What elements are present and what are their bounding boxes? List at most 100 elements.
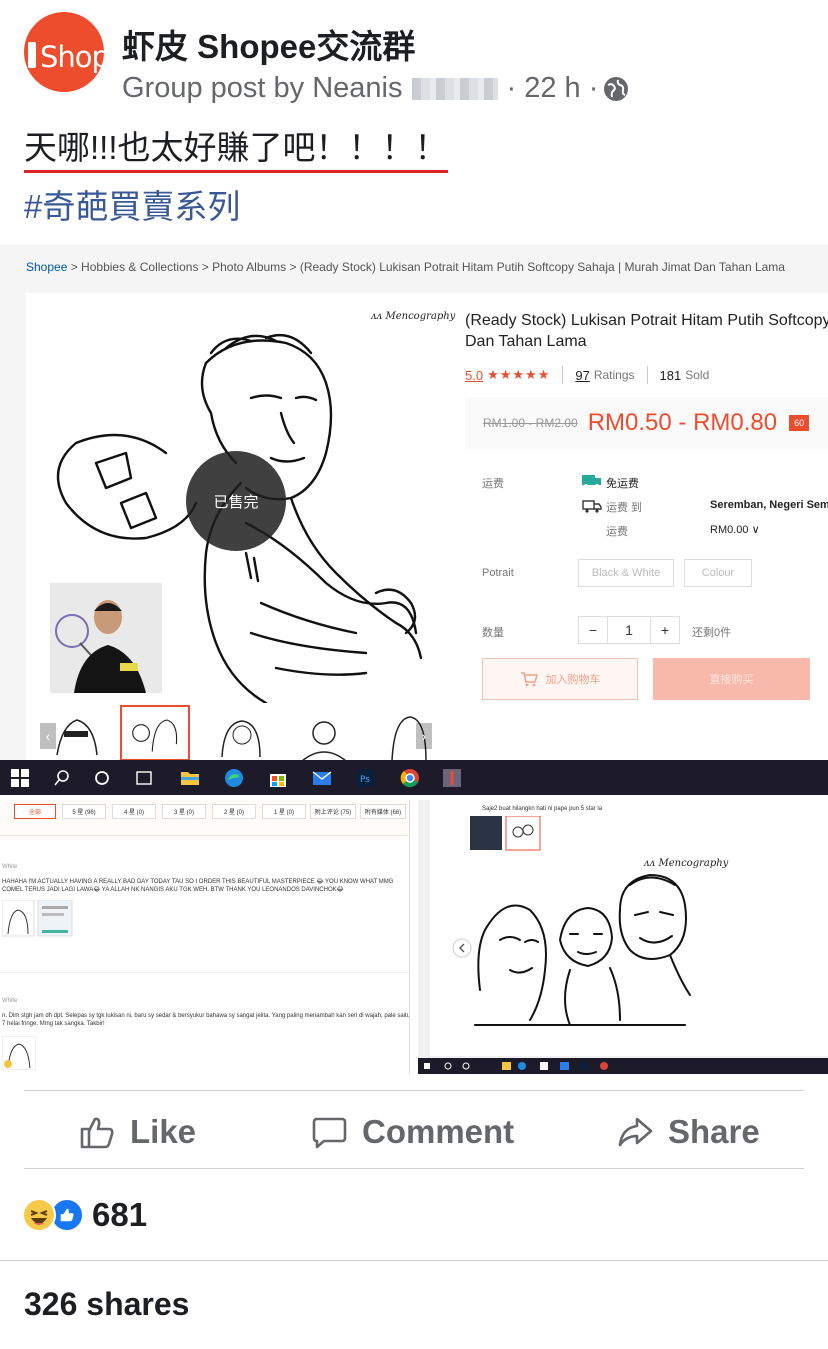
comment-button[interactable]: Comment <box>310 1108 514 1156</box>
thumb-next-arrow[interactable]: › <box>416 723 432 749</box>
app-icon[interactable] <box>440 766 464 790</box>
chrome-icon[interactable] <box>398 766 422 790</box>
review-images[interactable] <box>2 900 74 938</box>
search-icon[interactable] <box>50 766 74 790</box>
product-page-screenshot: Shopee > Hobbies & Collections > Photo A… <box>0 245 828 795</box>
family-sketch-screenshot: Saje2 buat hilangkn hati ni pape pun 5 s… <box>418 800 828 1074</box>
shares-count[interactable]: 326 shares <box>24 1286 189 1323</box>
original-price: RM1.00 - RM2.00 <box>483 416 578 430</box>
thumbs-up-icon <box>80 1117 114 1149</box>
store-icon[interactable] <box>266 766 290 790</box>
stat-divider <box>646 366 648 384</box>
review-caption: Saje2 buat hilangkn hati ni pape pun 5 s… <box>482 806 603 812</box>
filter-with-media[interactable]: 附有媒体 (66) <box>360 804 406 819</box>
divider-bottom <box>24 1168 804 1169</box>
thumbnail-pair[interactable] <box>470 816 542 852</box>
add-to-cart-button[interactable]: 加入购物车 <box>482 658 638 700</box>
gallery-prev-icon[interactable] <box>452 938 472 958</box>
reviews-screenshot: 全部 5 星 (96) 4 星 (0) 3 星 (0) 2 星 (0) 1 星 … <box>0 800 410 1074</box>
sold-count: 181 <box>659 367 682 383</box>
reactions-summary[interactable]: 681 <box>22 1196 147 1234</box>
edge-browser-icon[interactable] <box>222 766 246 790</box>
divider-shares <box>0 1260 828 1261</box>
sale-price: RM0.50 - RM0.80 <box>587 409 778 436</box>
thumbnail-strip: ‹ › <box>36 705 440 762</box>
mini-taskbar <box>418 1058 828 1074</box>
qty-minus-button[interactable]: − <box>579 617 607 643</box>
free-shipping-icon <box>582 475 601 488</box>
filter-with-comments[interactable]: 附上评论 (75) <box>310 804 356 819</box>
stock-left: 还剩0件 <box>692 627 732 639</box>
sketch-canvas: Saje2 buat hilangkn hati ni pape pun 5 s… <box>430 800 828 1056</box>
author-line[interactable]: Group post by Neanis <box>122 72 402 105</box>
qty-value[interactable]: 1 <box>607 617 651 643</box>
thumb-prev-arrow[interactable]: ‹ <box>40 723 56 749</box>
family-sketch <box>474 873 691 1026</box>
divider-top <box>24 1090 804 1091</box>
filter-3-star[interactable]: 3 星 (0) <box>162 804 206 819</box>
group-avatar[interactable]: Shop <box>24 12 104 92</box>
ratings-label: Ratings <box>593 368 635 382</box>
ship-fee-label: 运费 <box>606 526 628 538</box>
post-time[interactable]: · 22 h · <box>506 72 598 105</box>
brand-watermark: ᴧᴧ Mencography <box>371 311 456 322</box>
share-button[interactable]: Share <box>616 1108 760 1156</box>
sold-out-badge: 已售完 <box>186 451 286 551</box>
filter-5-star[interactable]: 5 星 (96) <box>62 804 106 819</box>
rating-stars: ★★★★★ <box>487 367 551 382</box>
review-text: HAHAHA I'M ACTUALLY HAVING A REALLY BAD … <box>2 879 394 893</box>
buy-now-button[interactable]: 直接购买 <box>653 658 810 700</box>
breadcrumb-path[interactable]: > Hobbies & Collections > Photo Albums >… <box>67 260 785 274</box>
add-to-cart-label: 加入购物车 <box>545 674 601 686</box>
hashtag-link[interactable]: #奇葩買賣系列 <box>24 180 240 228</box>
review-divider <box>0 972 409 973</box>
thumbnail[interactable] <box>204 705 274 761</box>
review-text: n. Dlm stgh jam dh dpt. Selepas sy tgk l… <box>2 1013 410 1027</box>
review-username: White <box>2 864 18 870</box>
post-headline: 天哪!!!也太好賺了吧！！！！ <box>24 128 448 173</box>
filter-4-star[interactable]: 4 星 (0) <box>112 804 156 819</box>
product-title: (Ready Stock) Lukisan Potrait Hitam Puti… <box>465 312 828 350</box>
windows-taskbar: Ps <box>0 760 828 795</box>
ratings-count[interactable]: 97 <box>575 368 589 383</box>
group-logo-text: Shop <box>40 40 104 74</box>
qty-plus-button[interactable]: + <box>651 617 679 643</box>
product-stats: 5.0 ★★★★★ 97 Ratings 181 Sold <box>465 366 709 384</box>
redacted-name <box>412 77 499 100</box>
breadcrumb-shopee[interactable]: Shopee <box>26 260 67 274</box>
review-filter-bar: 全部 5 星 (96) 4 星 (0) 3 星 (0) 2 星 (0) 1 星 … <box>0 800 409 836</box>
review-image[interactable] <box>2 1036 36 1070</box>
post-meta: Group post by Neanis · 22 h · <box>122 72 630 105</box>
shopee-bag-icon <box>28 42 36 68</box>
quantity-stepper: − 1 + <box>578 616 680 644</box>
cortana-icon[interactable] <box>90 766 114 790</box>
task-view-icon[interactable] <box>132 766 156 790</box>
variation-black-white[interactable]: Black & White <box>578 559 674 587</box>
share-label: Share <box>668 1113 760 1150</box>
filter-1-star[interactable]: 1 星 (0) <box>262 804 306 819</box>
filter-all[interactable]: 全部 <box>14 804 56 819</box>
mail-icon[interactable] <box>310 766 334 790</box>
ship-fee-dropdown[interactable]: RM0.00 ∨ <box>710 523 760 536</box>
like-button[interactable]: Like <box>78 1108 196 1156</box>
filter-2-star[interactable]: 2 星 (0) <box>212 804 256 819</box>
windows-start-icon[interactable] <box>8 766 32 790</box>
comment-label: Comment <box>362 1113 515 1150</box>
free-shipping-text: 免运费 <box>606 478 639 490</box>
group-name[interactable]: 虾皮 Shopee交流群 <box>122 20 415 68</box>
discount-badge: 60 <box>789 415 810 431</box>
file-explorer-icon[interactable] <box>178 766 202 790</box>
price-box: RM1.00 - RM2.00 RM0.50 - RM0.80 60 <box>465 397 828 449</box>
product-card: ᴧᴧ Mencography 已售完 ‹ › (Ready Stock) Luk… <box>26 293 828 763</box>
share-icon <box>618 1117 653 1147</box>
breadcrumb: Shopee > Hobbies & Collections > Photo A… <box>26 260 785 274</box>
stat-divider <box>562 366 564 384</box>
variation-colour[interactable]: Colour <box>684 559 752 587</box>
sold-label: Sold <box>685 368 710 382</box>
thumbnail-active[interactable] <box>120 705 190 761</box>
thumbnail[interactable] <box>288 705 358 762</box>
ship-to-location[interactable]: Seremban, Negeri Sembilan <box>710 499 828 511</box>
rating-value[interactable]: 5.0 <box>465 368 483 383</box>
photoshop-icon[interactable]: Ps <box>354 766 378 790</box>
post-text: 天哪!!!也太好賺了吧！！！！ <box>24 128 448 173</box>
